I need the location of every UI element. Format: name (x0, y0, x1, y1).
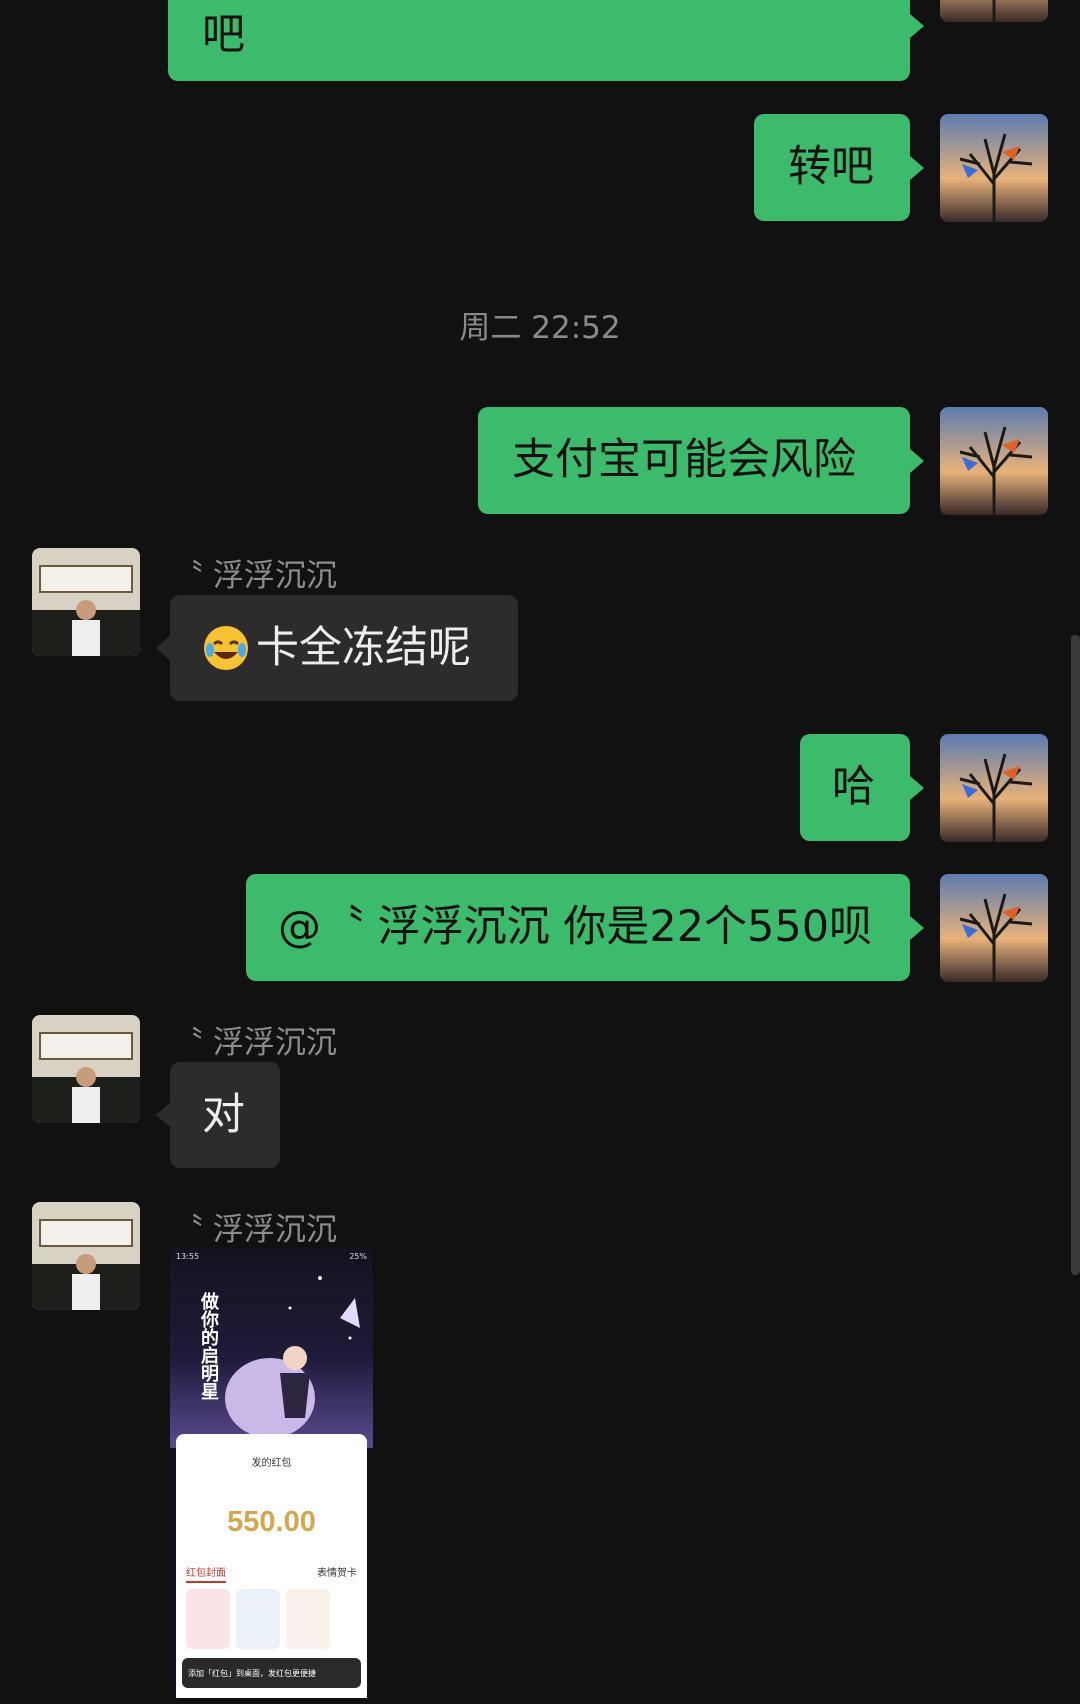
my-avatar[interactable] (940, 734, 1048, 842)
group-photo-avatar-icon (32, 1202, 140, 1310)
message-text: 卡全冻结呢 (256, 622, 471, 673)
red-packet-card: 发的红包 550.00 红包封面 表情贺卡 添加「红包」到桌面，发红包更便捷 (176, 1434, 367, 1698)
thumbnail-battery: 25% (349, 1252, 367, 1261)
sender-name: 〝 浮浮沉沉 (172, 1025, 337, 1061)
message-text: 转吧 (788, 142, 874, 192)
tree-sunset-avatar-icon (940, 874, 1048, 982)
message-text: 对 (202, 1089, 245, 1140)
message-text: @〝 浮浮沉沉 你是22个550呗 (278, 902, 873, 952)
thumbnail-status-bar: 13:55 25% (176, 1252, 367, 1261)
group-photo-avatar-icon (32, 548, 140, 656)
rolling-on-floor-laughing-emoji-icon (204, 626, 248, 670)
message-bubble-incoming[interactable]: 卡全冻结呢 (170, 595, 518, 701)
my-avatar[interactable] (940, 874, 1048, 982)
red-packet-amount: 550.00 (227, 1506, 316, 1538)
sender-name: 〝 浮浮沉沉 (172, 1212, 337, 1248)
sticker-item (286, 1589, 330, 1649)
contact-avatar[interactable] (32, 548, 140, 656)
poster-title: 做你的启明星 (198, 1292, 219, 1400)
message-text: 吧 (202, 10, 245, 60)
sticker-row (186, 1589, 363, 1659)
group-photo-avatar-icon (32, 1015, 140, 1123)
chat-timestamp: 周二 22:52 (459, 310, 621, 346)
message-bubble-outgoing[interactable]: 哈 (800, 734, 910, 841)
tree-sunset-avatar-icon (940, 114, 1048, 222)
tab-emoji-card: 表情贺卡 (317, 1568, 357, 1579)
sender-name: 〝 浮浮沉沉 (172, 558, 337, 594)
red-packet-from: 发的红包 (251, 1458, 292, 1469)
add-to-desktop-banner: 添加「红包」到桌面，发红包更便捷 (182, 1658, 361, 1688)
red-packet-tabs: 红包封面 表情贺卡 (186, 1564, 357, 1583)
contact-avatar[interactable] (32, 1015, 140, 1123)
message-text: 哈 (832, 762, 875, 812)
sticker-item (236, 1589, 280, 1649)
tab-red-packet-cover: 红包封面 (186, 1564, 226, 1583)
banner-text: 添加「红包」到桌面，发红包更便捷 (188, 1668, 316, 1678)
thumbnail-time: 13:55 (176, 1252, 200, 1261)
sticker-item (186, 1589, 230, 1649)
my-avatar[interactable] (940, 407, 1048, 515)
message-bubble-outgoing[interactable]: 支付宝可能会风险 (478, 407, 910, 514)
tree-sunset-avatar-icon (940, 734, 1048, 842)
message-text: 支付宝可能会风险 (512, 435, 856, 485)
message-bubble-outgoing[interactable]: 转吧 (754, 114, 910, 221)
chat-scrollbar[interactable] (1071, 635, 1080, 1275)
contact-avatar[interactable] (32, 1202, 140, 1310)
my-avatar[interactable] (940, 0, 1048, 22)
message-bubble-outgoing[interactable]: 吧 (168, 0, 910, 81)
tree-sunset-avatar-icon (940, 0, 1048, 22)
message-bubble-outgoing[interactable]: @〝 浮浮沉沉 你是22个550呗 (246, 874, 910, 981)
message-bubble-incoming[interactable]: 对 (170, 1062, 280, 1168)
tree-sunset-avatar-icon (940, 407, 1048, 515)
my-avatar[interactable] (940, 114, 1048, 222)
image-message-thumbnail[interactable]: 13:55 25% 做你的启明星 发的红包 550.00 红包封面 表情贺卡 添… (170, 1248, 373, 1698)
